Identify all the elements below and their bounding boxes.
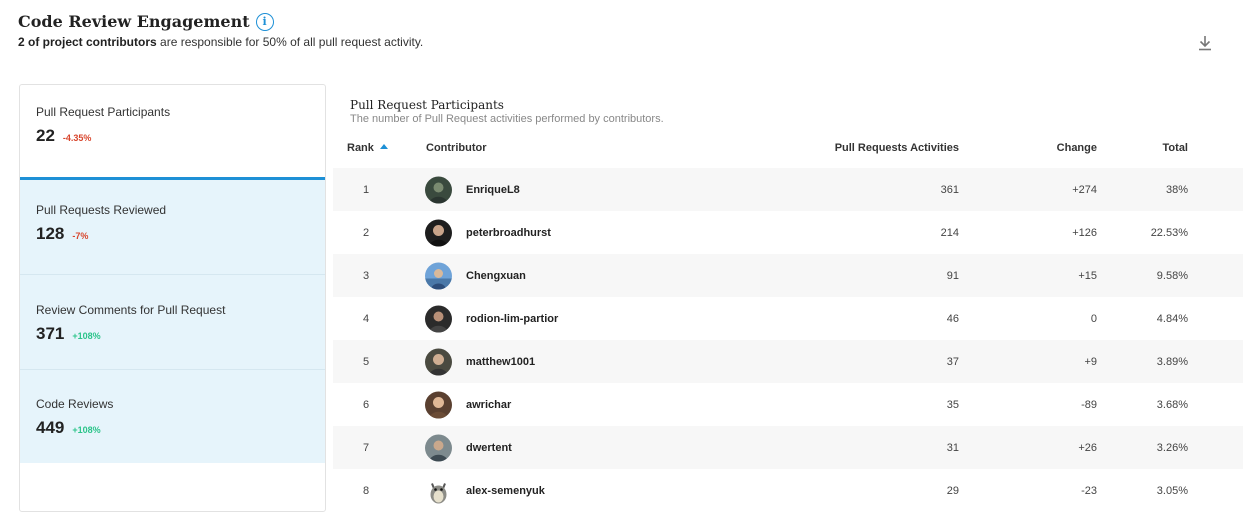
rank-cell: 2 <box>363 226 370 239</box>
column-header-change[interactable]: Change <box>1057 142 1097 154</box>
avatar <box>425 176 452 203</box>
metric-change: -4.35% <box>62 133 92 143</box>
avatar <box>425 434 452 461</box>
column-header-total[interactable]: Total <box>1163 142 1188 154</box>
rank-cell: 4 <box>363 312 370 325</box>
contributor-name[interactable]: Chengxuan <box>466 270 526 282</box>
rank-cell: 3 <box>363 269 370 282</box>
activities-cell: 361 <box>940 183 959 196</box>
column-header-activities[interactable]: Pull Requests Activities <box>835 142 959 154</box>
sort-ascending-icon[interactable] <box>379 144 388 149</box>
metric-change: +108% <box>72 331 101 341</box>
metric-label: Pull Requests Reviewed <box>36 203 167 217</box>
change-cell: +9 <box>1084 355 1097 368</box>
rank-cell: 8 <box>363 484 370 497</box>
metric-label: Code Reviews <box>36 397 114 411</box>
page-title: Code Review Engagement <box>18 12 250 31</box>
metric-value: 22 <box>36 126 55 145</box>
column-header-contributor[interactable]: Contributor <box>426 142 486 154</box>
contributor-name[interactable]: awrichar <box>466 399 511 411</box>
panel-title: Pull Request Participants <box>350 98 504 112</box>
metric-value: 371 <box>36 324 65 343</box>
contributor-name[interactable]: peterbroadhurst <box>466 227 551 239</box>
contributor-name[interactable]: matthew1001 <box>466 356 535 368</box>
table-row[interactable]: 4 rodion-lim-partior 46 0 4.84% <box>333 297 1243 340</box>
activities-cell: 37 <box>946 355 959 368</box>
activities-cell: 31 <box>946 441 959 454</box>
total-cell: 22.53% <box>1150 226 1188 239</box>
total-cell: 3.89% <box>1156 355 1188 368</box>
metric-label: Pull Request Participants <box>36 105 171 119</box>
change-cell: +126 <box>1072 226 1097 239</box>
rank-cell: 5 <box>363 355 370 368</box>
change-cell: +15 <box>1078 269 1097 282</box>
activities-cell: 46 <box>946 312 959 325</box>
change-cell: +274 <box>1072 183 1097 196</box>
download-icon[interactable] <box>1196 34 1214 52</box>
metric-pull-requests-reviewed[interactable]: Pull Requests Reviewed 128 -7% <box>20 177 325 274</box>
total-cell: 4.84% <box>1156 312 1188 325</box>
metric-value: 449 <box>36 418 65 437</box>
activities-cell: 29 <box>946 484 959 497</box>
total-cell: 38% <box>1165 183 1188 196</box>
table-row[interactable]: 2 peterbroadhurst 214 +126 22.53% <box>333 211 1243 254</box>
column-header-rank-label: Rank <box>347 142 374 154</box>
avatar <box>425 391 452 418</box>
change-cell: 0 <box>1090 312 1097 325</box>
total-cell: 9.58% <box>1156 269 1188 282</box>
metric-change: -7% <box>72 231 89 241</box>
metric-review-comments[interactable]: Review Comments for Pull Request 371 +10… <box>20 274 325 369</box>
total-cell: 3.68% <box>1156 398 1188 411</box>
panel-description: The number of Pull Request activities pe… <box>350 113 664 125</box>
table-row[interactable]: 1 EnriqueL8 361 +274 38% <box>333 168 1243 211</box>
contributor-name[interactable]: dwertent <box>466 442 512 454</box>
total-cell: 3.26% <box>1156 441 1188 454</box>
total-cell: 3.05% <box>1156 484 1188 497</box>
subtitle-highlight: 2 of project contributors <box>18 35 157 49</box>
metric-change: +108% <box>72 425 101 435</box>
metric-label: Review Comments for Pull Request <box>36 303 226 317</box>
avatar <box>430 482 447 503</box>
change-cell: -89 <box>1081 398 1097 411</box>
activities-cell: 214 <box>940 226 959 239</box>
rank-cell: 6 <box>363 398 370 411</box>
avatar <box>425 305 452 332</box>
contributor-name[interactable]: EnriqueL8 <box>466 184 520 196</box>
change-cell: +26 <box>1078 441 1097 454</box>
change-cell: -23 <box>1081 484 1097 497</box>
metric-code-reviews[interactable]: Code Reviews 449 +108% <box>20 369 325 463</box>
table-row[interactable]: 8 alex-semenyuk 29 -23 3.05% <box>333 469 1243 512</box>
column-header-rank[interactable]: Rank <box>347 142 388 154</box>
activities-cell: 35 <box>946 398 959 411</box>
rank-cell: 1 <box>363 183 370 196</box>
avatar <box>425 219 452 246</box>
info-icon[interactable]: i <box>255 12 274 31</box>
table-row[interactable]: 3 Chengxuan 91 +15 9.58% <box>333 254 1243 297</box>
contributor-name[interactable]: alex-semenyuk <box>466 485 545 497</box>
metric-pull-request-participants[interactable]: Pull Request Participants 22 -4.35% <box>20 85 325 177</box>
metric-value: 128 <box>36 224 65 243</box>
table-row[interactable]: 7 dwertent 31 +26 3.26% <box>333 426 1243 469</box>
subtitle-text: are responsible for 50% of all pull requ… <box>156 35 424 49</box>
table-row[interactable]: 6 awrichar 35 -89 3.68% <box>333 383 1243 426</box>
metrics-card: Pull Request Participants 22 -4.35% Pull… <box>19 84 326 512</box>
contributor-name[interactable]: rodion-lim-partior <box>466 313 558 325</box>
table-row[interactable]: 5 matthew1001 37 +9 3.89% <box>333 340 1243 383</box>
page-subtitle: 2 of project contributors are responsibl… <box>18 35 423 49</box>
header: Code Review Engagement i 2 of project co… <box>18 12 423 49</box>
activities-cell: 91 <box>946 269 959 282</box>
rank-cell: 7 <box>363 441 370 454</box>
avatar <box>425 262 452 289</box>
avatar <box>425 348 452 375</box>
